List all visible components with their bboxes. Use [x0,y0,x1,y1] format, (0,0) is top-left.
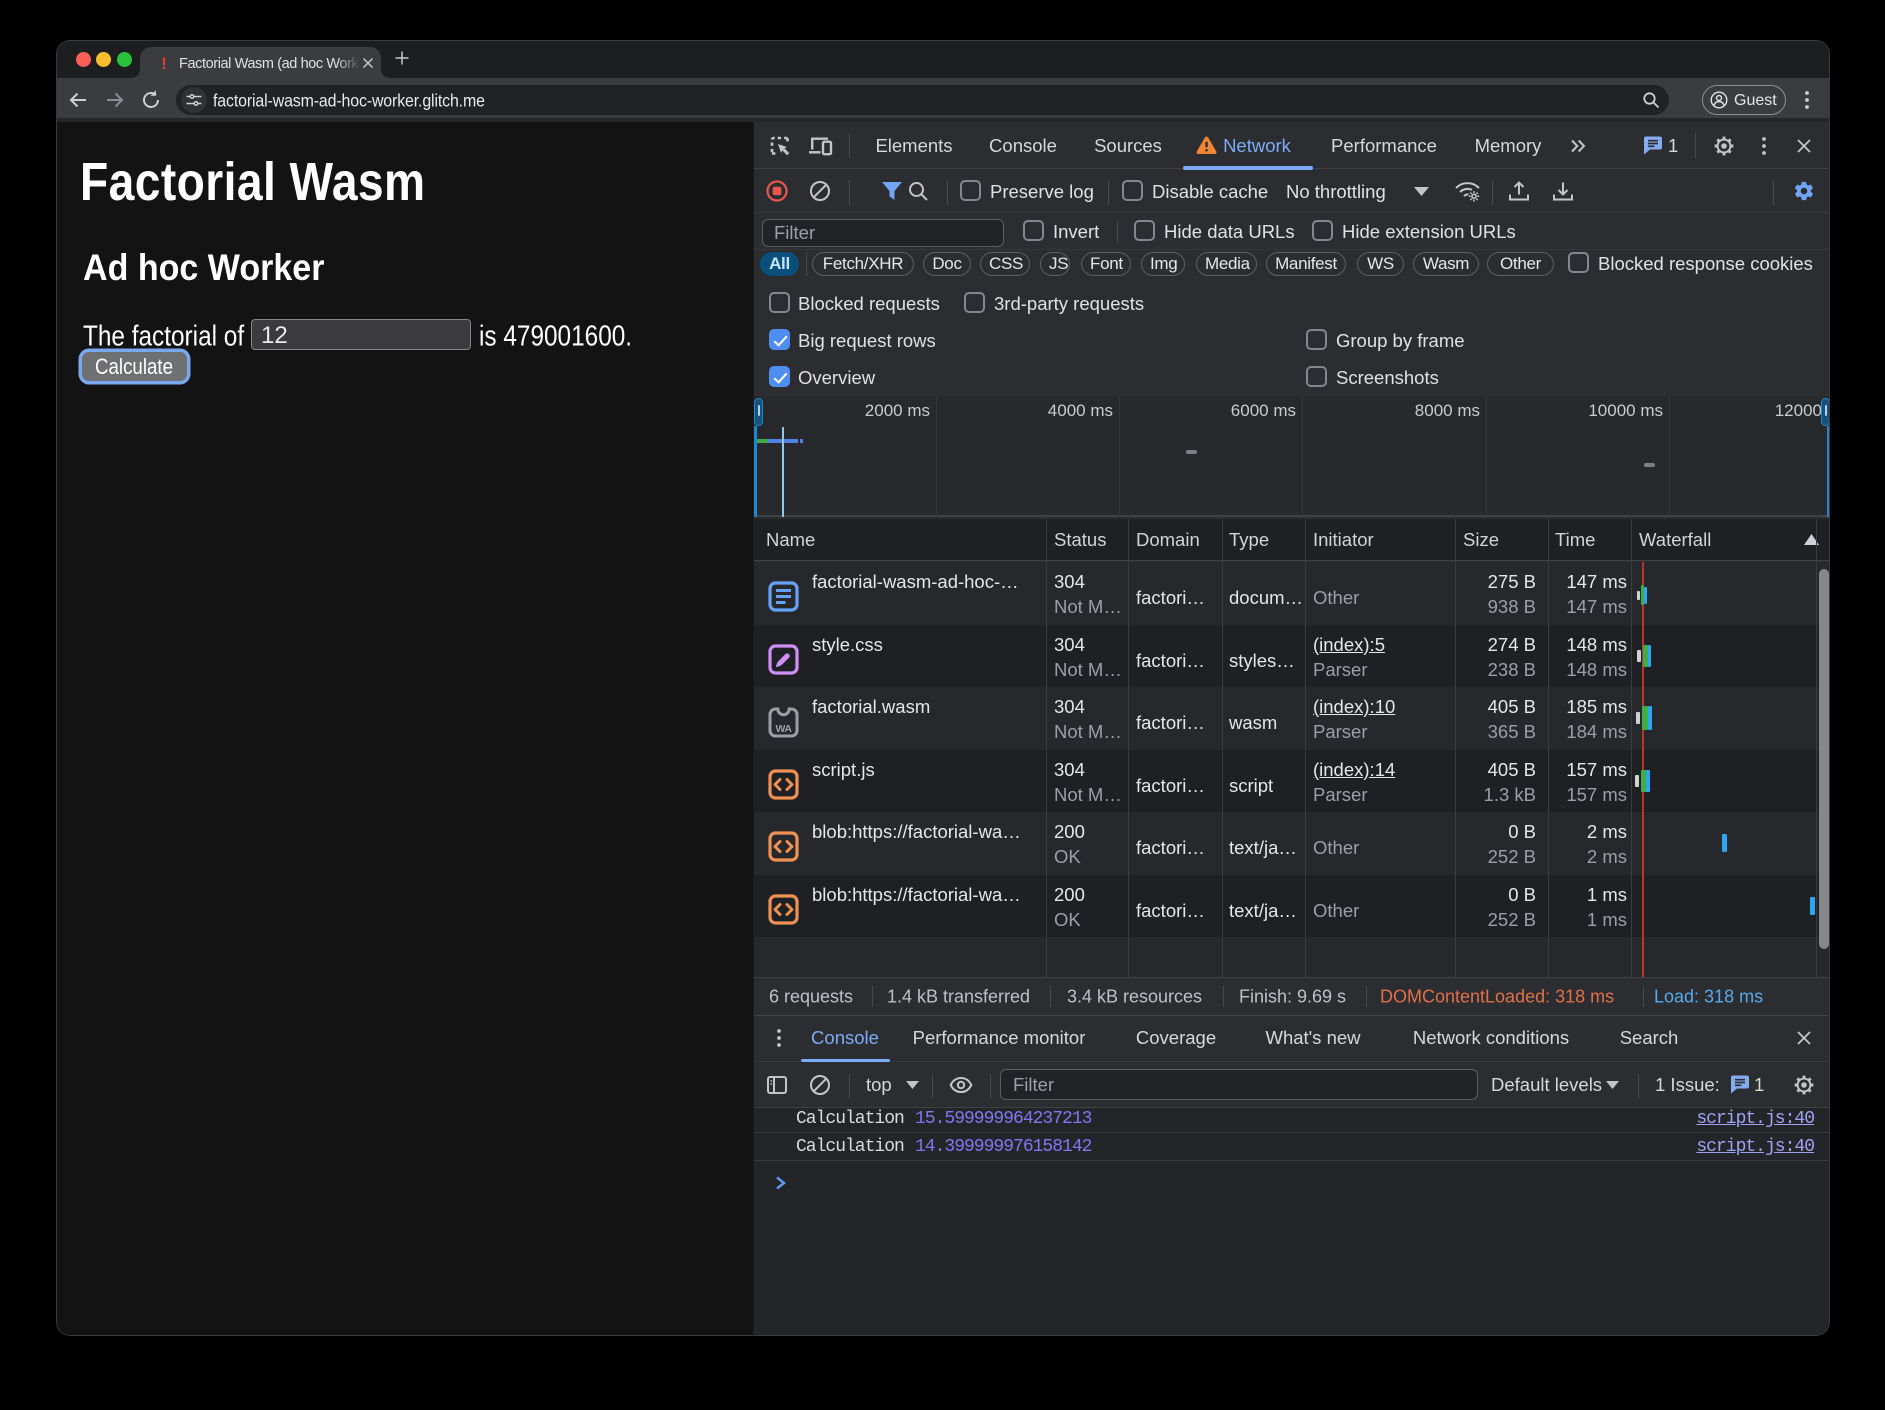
svg-text:WA: WA [775,723,792,735]
